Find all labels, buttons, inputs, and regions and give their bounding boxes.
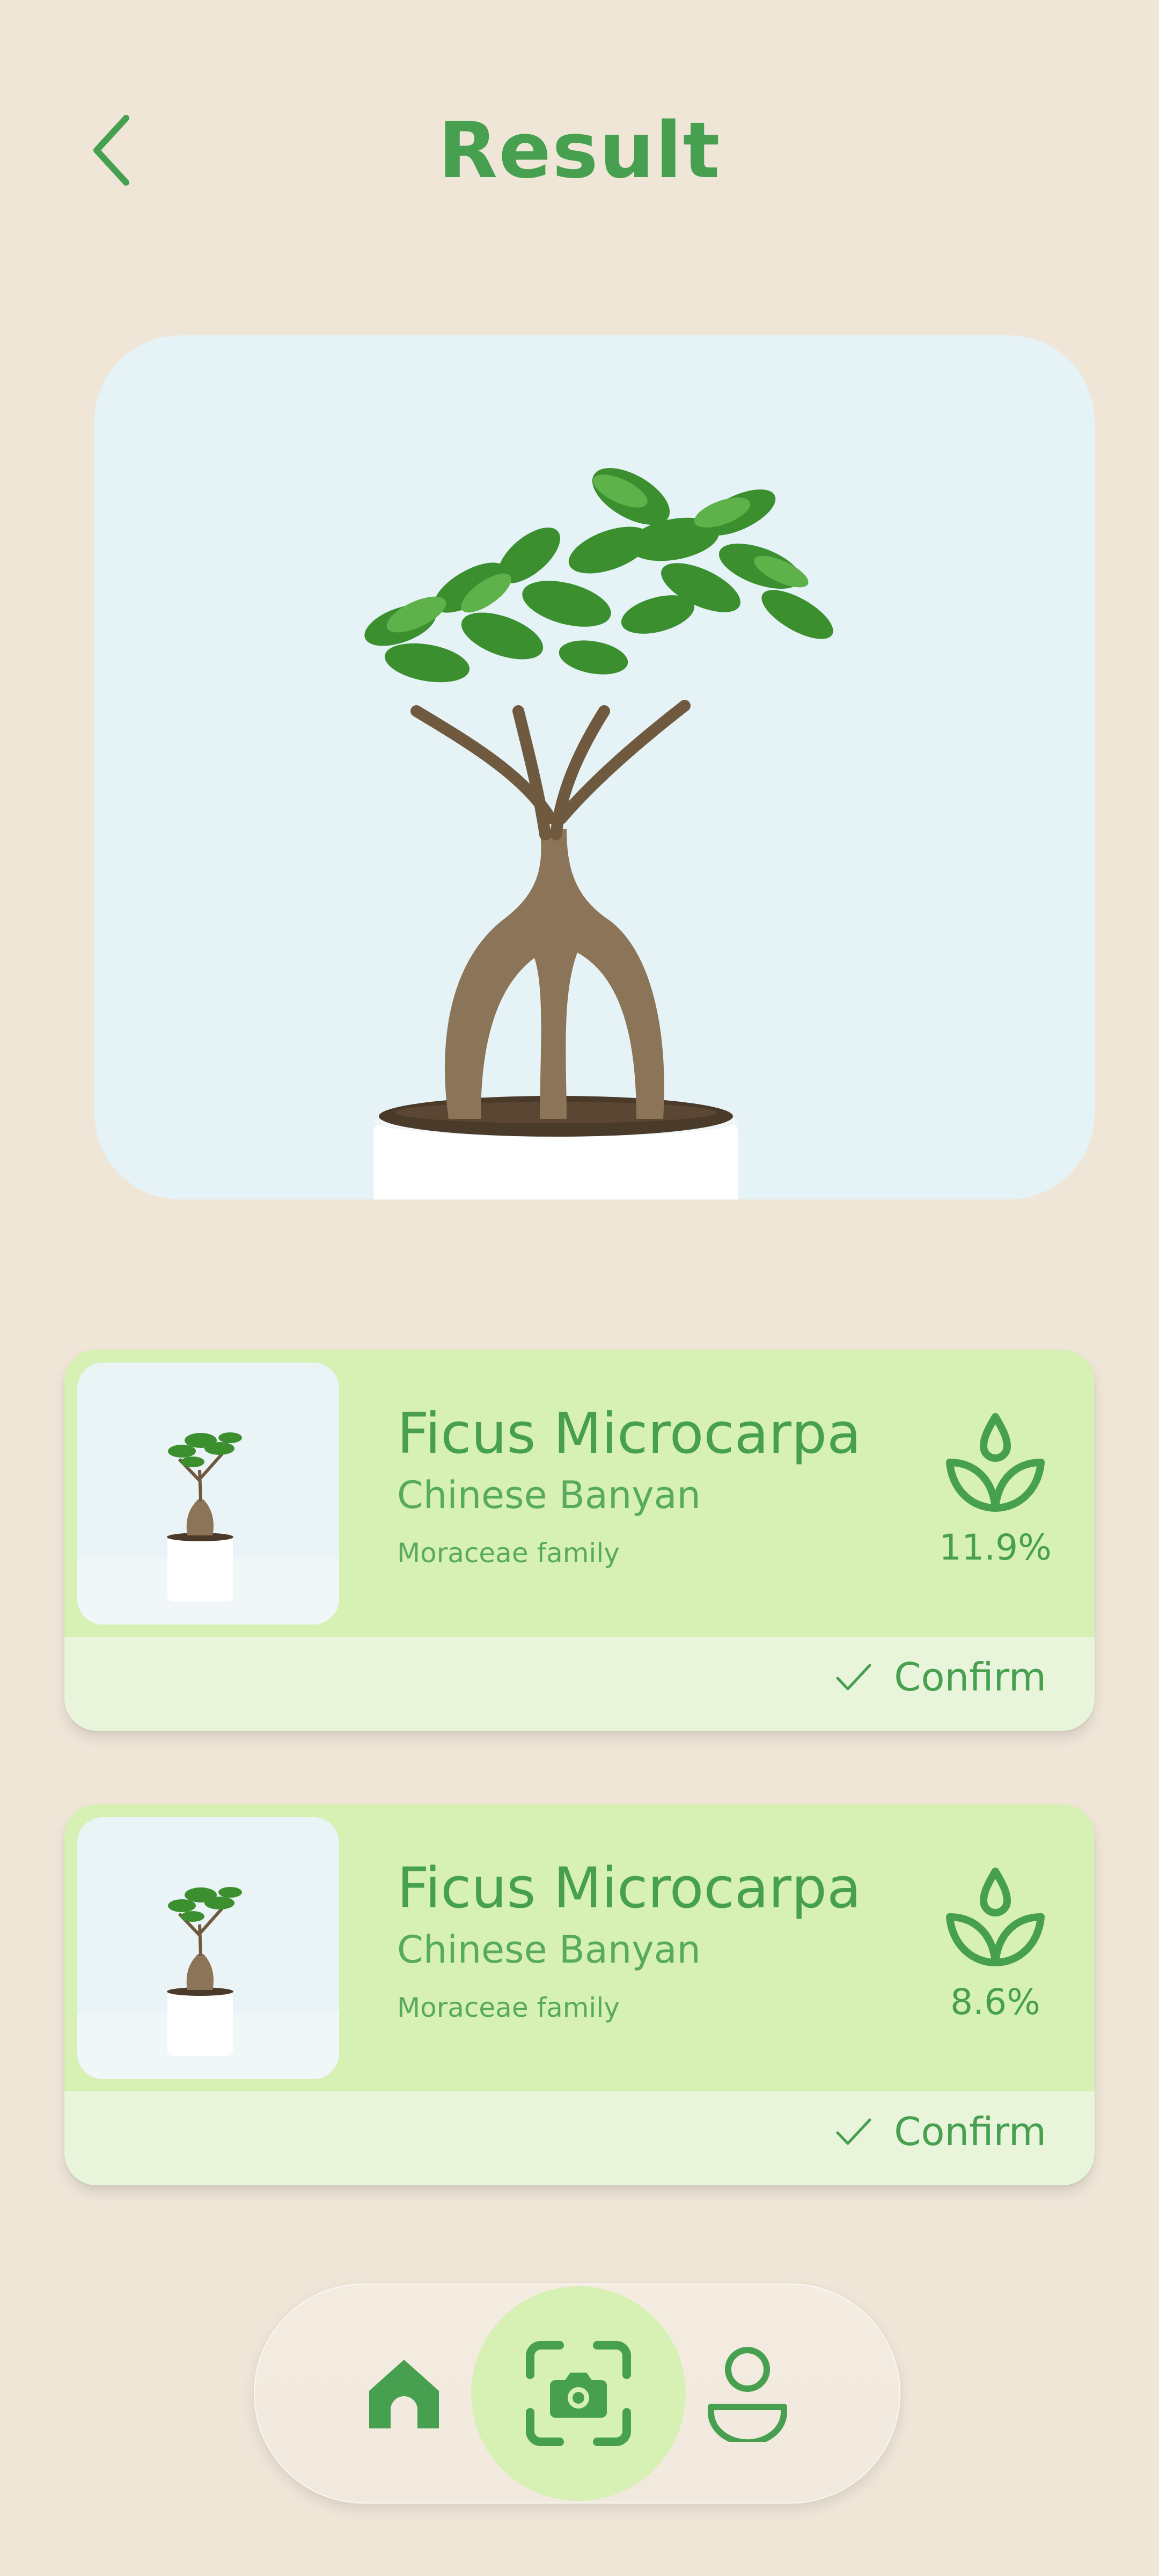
- confirm-button[interactable]: Confirm: [835, 2097, 1046, 2167]
- plant-photo: [94, 335, 1095, 1199]
- result-card: Ficus Microcarpa Chinese Banyan Moraceae…: [64, 1804, 1095, 2185]
- confirm-label: Confirm: [894, 2109, 1046, 2154]
- confidence-value: 11.9%: [939, 1527, 1052, 1568]
- scientific-name: Ficus Microcarpa: [397, 1855, 861, 1921]
- scientific-name: Ficus Microcarpa: [397, 1401, 861, 1466]
- result-card: Ficus Microcarpa Chinese Banyan Moraceae…: [64, 1350, 1095, 1731]
- home-icon: [369, 2360, 439, 2428]
- plant-thumbnail: [77, 1817, 339, 2079]
- result-card-header: Ficus Microcarpa Chinese Banyan Moraceae…: [64, 1804, 1095, 2091]
- checkmark-icon: [836, 1664, 871, 1690]
- bottom-navigation: [254, 2284, 900, 2504]
- plant-thumbnail-image: [77, 1887, 339, 2079]
- checkmark-icon: [836, 2118, 871, 2145]
- confidence-value: 8.6%: [950, 1981, 1040, 2023]
- family-name: Moraceae family: [397, 1992, 620, 2023]
- plant-sprout-icon: [946, 1868, 1045, 1966]
- camera-scan-icon: [526, 2341, 631, 2446]
- confirm-label: Confirm: [894, 1655, 1046, 1700]
- plant-thumbnail-image: [77, 1432, 339, 1624]
- common-name: Chinese Banyan: [397, 1928, 701, 1972]
- page-title: Result: [438, 105, 721, 195]
- plant-thumbnail: [77, 1363, 339, 1624]
- user-icon: [708, 2347, 787, 2442]
- header: Result: [0, 0, 1159, 301]
- nav-profile[interactable]: [640, 2286, 855, 2501]
- bonsai-plant-illustration: [364, 468, 833, 1199]
- plant-sprout-icon: [946, 1413, 1045, 1512]
- common-name: Chinese Banyan: [397, 1473, 701, 1517]
- family-name: Moraceae family: [397, 1538, 620, 1569]
- confirm-button[interactable]: Confirm: [835, 1642, 1046, 1712]
- result-card-header: Ficus Microcarpa Chinese Banyan Moraceae…: [64, 1350, 1095, 1637]
